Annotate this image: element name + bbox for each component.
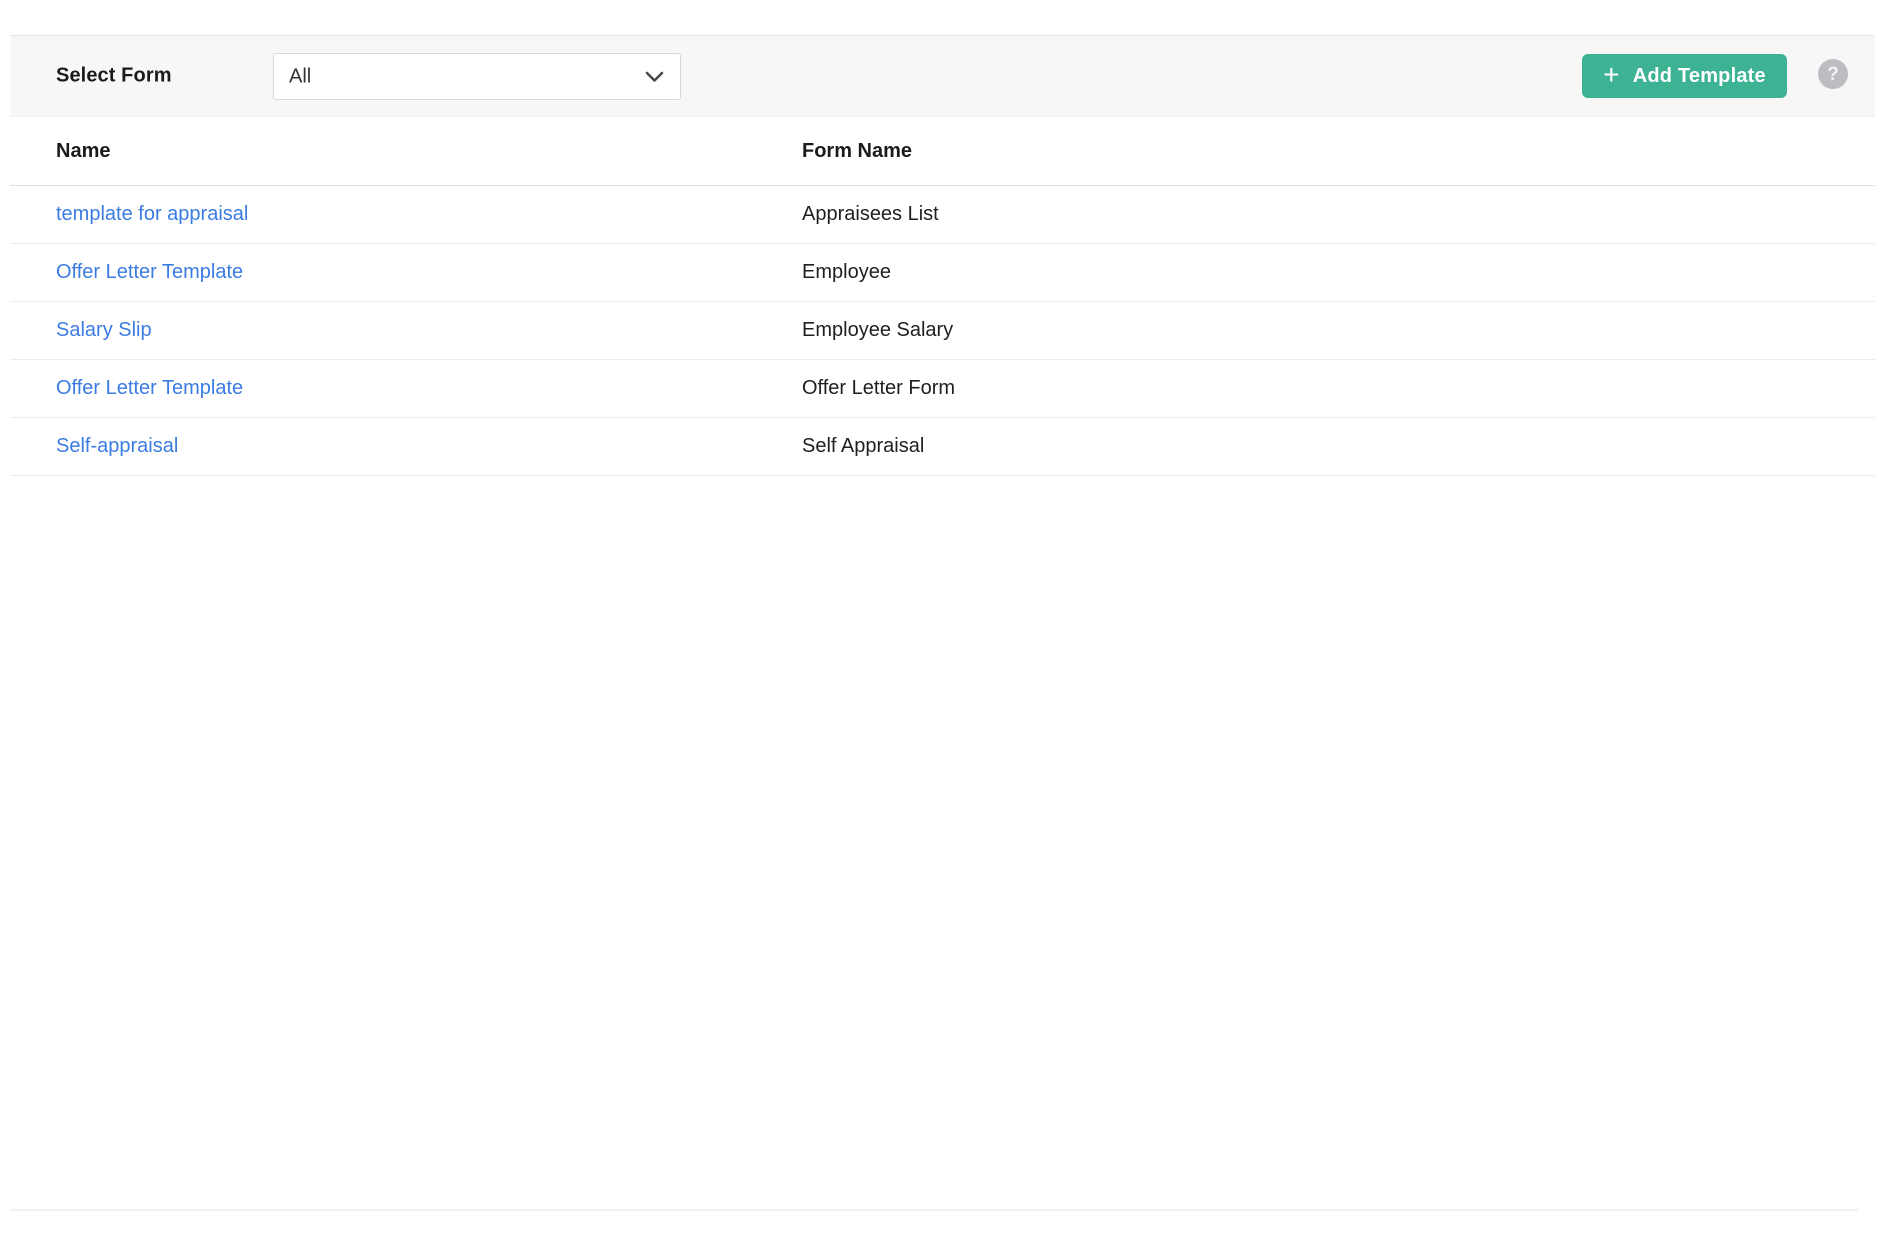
template-name-link[interactable]: Salary Slip (56, 319, 152, 341)
templates-page: Select Form All + Add Template ? Name Fo… (0, 0, 1880, 1250)
template-name-cell: Offer Letter Template (10, 377, 802, 400)
form-name-text: Employee (802, 261, 1875, 284)
template-name-link[interactable]: template for appraisal (56, 203, 248, 225)
form-name-text: Appraisees List (802, 203, 1875, 226)
help-button[interactable]: ? (1818, 59, 1848, 89)
template-name-link[interactable]: Offer Letter Template (56, 377, 243, 399)
template-name-link[interactable]: Self-appraisal (56, 435, 178, 457)
column-header-form-name: Form Name (802, 140, 1875, 163)
template-name-cell: template for appraisal (10, 203, 802, 226)
table-row: Self-appraisal Self Appraisal (10, 418, 1875, 476)
table-row: template for appraisal Appraisees List (10, 186, 1875, 244)
plus-icon: + (1603, 61, 1620, 89)
table-row: Salary Slip Employee Salary (10, 302, 1875, 360)
form-filter-selected-value: All (289, 65, 311, 88)
select-form-label: Select Form (56, 65, 172, 88)
form-filter-select[interactable]: All (273, 53, 681, 100)
templates-table: Name Form Name template for appraisal Ap… (10, 117, 1875, 476)
template-name-cell: Self-appraisal (10, 435, 802, 458)
form-name-text: Employee Salary (802, 319, 1875, 342)
form-name-text: Self Appraisal (802, 435, 1875, 458)
table-row: Offer Letter Template Employee (10, 244, 1875, 302)
column-header-name: Name (10, 140, 802, 163)
template-name-cell: Salary Slip (10, 319, 802, 342)
chevron-down-icon (645, 71, 664, 83)
template-name-cell: Offer Letter Template (10, 261, 802, 284)
add-template-button[interactable]: + Add Template (1582, 54, 1787, 98)
question-mark-icon: ? (1827, 65, 1839, 84)
table-body: template for appraisal Appraisees List O… (10, 186, 1875, 476)
bottom-divider (10, 1209, 1858, 1211)
table-row: Offer Letter Template Offer Letter Form (10, 360, 1875, 418)
template-name-link[interactable]: Offer Letter Template (56, 261, 243, 283)
add-template-label: Add Template (1633, 65, 1766, 88)
form-name-text: Offer Letter Form (802, 377, 1875, 400)
table-header-row: Name Form Name (10, 117, 1875, 186)
toolbar: Select Form All + Add Template ? (10, 35, 1875, 117)
